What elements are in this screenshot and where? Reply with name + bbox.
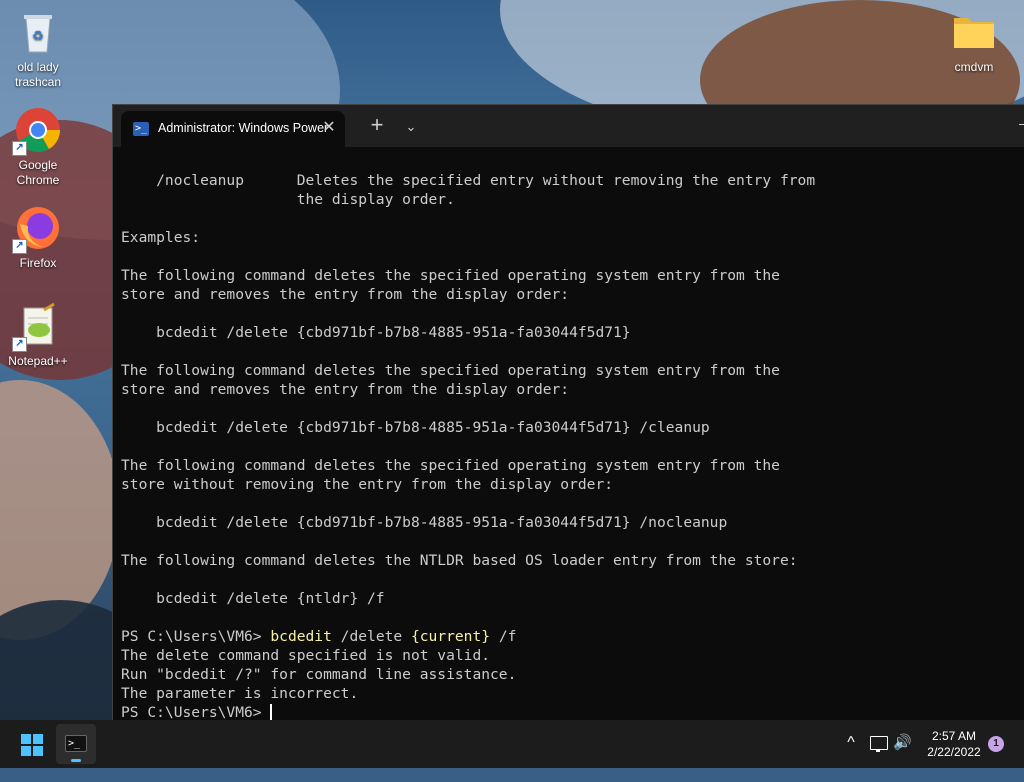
clock-date: 2/22/2022: [927, 745, 981, 759]
current-prompt: PS C:\Users\VM6>: [121, 704, 271, 721]
command-exe: bcdedit: [270, 628, 332, 645]
terminal-titlebar[interactable]: >_ Administrator: Windows PowerShell ✕ +…: [113, 105, 1024, 147]
show-hidden-icons-chevron[interactable]: ^: [842, 734, 860, 782]
command-args: /delete: [331, 628, 411, 645]
taskbar-terminal-button[interactable]: >_: [56, 724, 96, 764]
desktop-icon-notepad-plus-plus[interactable]: ↗ Notepad++: [0, 302, 76, 369]
chrome-icon: ↗: [12, 106, 62, 156]
desktop-icon-cmdvm-folder[interactable]: cmdvm: [936, 8, 1012, 75]
folder-icon: [950, 8, 998, 56]
desktop-icon-firefox[interactable]: ↗ Firefox: [0, 204, 76, 271]
notepad-plus-plus-icon: ↗: [12, 302, 62, 352]
recycle-bin-icon: ♻: [14, 8, 62, 56]
console-output[interactable]: /nocleanup Deletes the specified entry w…: [121, 171, 815, 722]
taskbar: >_ ^ 🔊 2:57 AM 2/22/2022 1: [0, 720, 1024, 768]
shortcut-arrow-icon: ↗: [12, 337, 27, 352]
terminal-tab[interactable]: >_ Administrator: Windows PowerShell ✕: [121, 111, 345, 147]
volume-icon[interactable]: 🔊: [893, 734, 913, 752]
text-cursor: [270, 704, 273, 720]
network-icon[interactable]: [870, 736, 888, 752]
tab-title: Administrator: Windows PowerShell: [158, 121, 328, 135]
command-output: The delete command specified is not vali…: [121, 647, 517, 702]
terminal-window[interactable]: >_ Administrator: Windows PowerShell ✕ +…: [112, 104, 1024, 721]
desktop-icon-label: Google Chrome: [16, 158, 60, 187]
desktop-icon-label: cmdvm: [954, 60, 994, 74]
desktop-icon-chrome[interactable]: ↗ Google Chrome: [0, 106, 76, 188]
clock-time: 2:57 AM: [931, 729, 977, 743]
clock[interactable]: 2:57 AM 2/22/2022: [918, 728, 990, 760]
command-arg-highlight: {current}: [410, 628, 491, 645]
desktop-icon-label: old lady trashcan: [14, 60, 62, 89]
firefox-icon: ↗: [12, 204, 62, 254]
minimize-icon[interactable]: [1019, 124, 1024, 125]
terminal-icon: >_: [65, 735, 87, 752]
powershell-icon: >_: [133, 122, 149, 136]
notification-badge[interactable]: 1: [988, 736, 1004, 752]
desktop-icon-recycle-bin[interactable]: ♻ old lady trashcan: [0, 8, 76, 90]
shortcut-arrow-icon: ↗: [12, 141, 27, 156]
running-indicator: [71, 759, 81, 762]
console-history: /nocleanup Deletes the specified entry w…: [121, 172, 816, 607]
prompt: PS C:\Users\VM6>: [121, 628, 271, 645]
tab-dropdown-button[interactable]: ⌄: [399, 116, 423, 138]
windows-start-icon[interactable]: [16, 729, 48, 761]
shortcut-arrow-icon: ↗: [12, 239, 27, 254]
svg-text:♻: ♻: [32, 28, 44, 43]
desktop-icon-label: Firefox: [19, 256, 57, 270]
desktop-icon-label: Notepad++: [8, 354, 68, 368]
new-tab-button[interactable]: +: [363, 114, 391, 138]
close-tab-icon[interactable]: ✕: [319, 118, 339, 138]
command-args: /f: [490, 628, 517, 645]
